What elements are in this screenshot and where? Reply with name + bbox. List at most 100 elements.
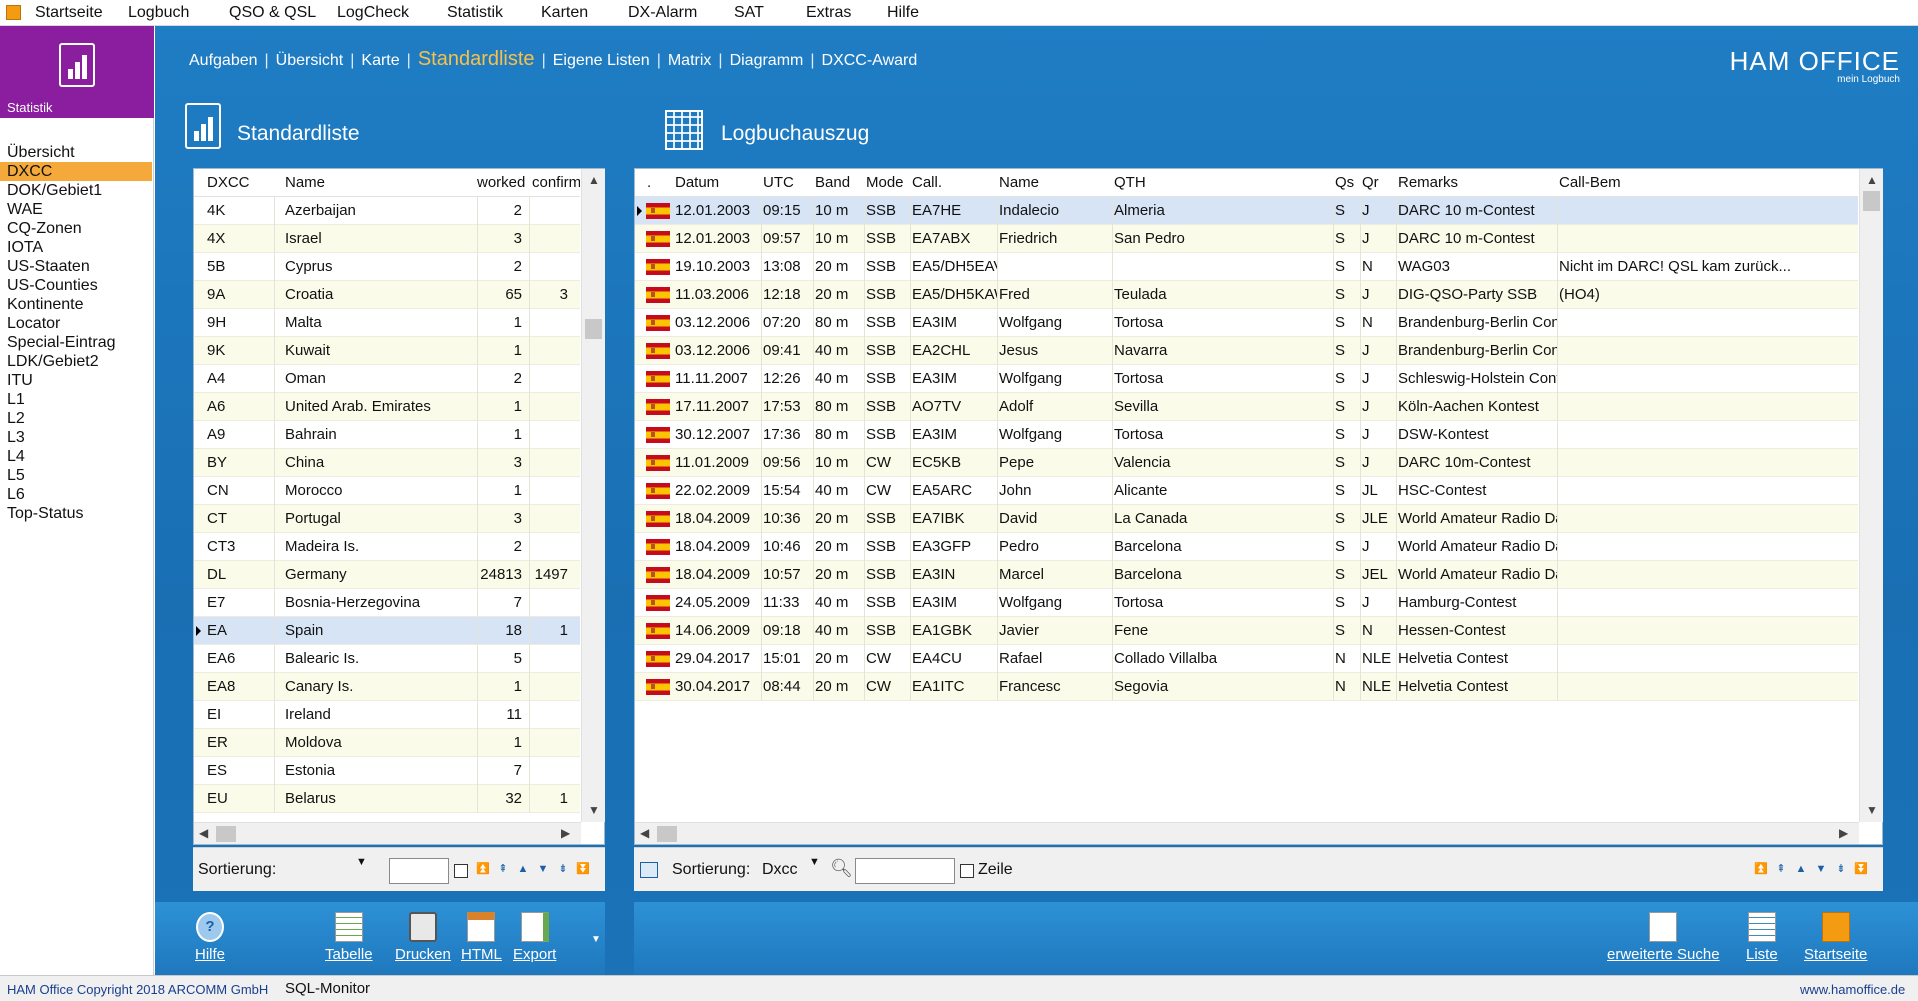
tabelle-button[interactable]: Tabelle bbox=[325, 912, 373, 963]
scroll-up-icon[interactable]: ▲ bbox=[1866, 173, 1878, 187]
table-row[interactable]: 18.04.2009 10:57 20 m SSB EA3IN Marcel Barcelo… bbox=[635, 561, 1858, 589]
page-down-icon[interactable]: ⇟ bbox=[556, 862, 570, 876]
hscroll-thumb[interactable] bbox=[657, 826, 677, 842]
hscroll-thumb[interactable] bbox=[216, 826, 236, 842]
menu-dx-alarm[interactable]: DX-Alarm bbox=[628, 4, 697, 22]
table-row[interactable]: 12.01.2003 09:57 10 m SSB EA7ABX Friedrich San… bbox=[635, 225, 1858, 253]
col-remarks[interactable]: Remarks bbox=[1398, 174, 1458, 191]
sidebar-item-13[interactable]: L1 bbox=[0, 390, 152, 409]
export-grid-icon[interactable] bbox=[640, 862, 658, 878]
sidebar-item-11[interactable]: LDK/Gebiet2 bbox=[0, 352, 152, 371]
last-record-icon[interactable]: ⏬ bbox=[1854, 862, 1868, 876]
table-row[interactable]: 03.12.2006 09:41 40 m SSB EA2CHL Jesus Navarra… bbox=[635, 337, 1858, 365]
website-link[interactable]: www.hamoffice.de bbox=[1800, 982, 1905, 997]
sort-dropdown-icon[interactable]: ▼ bbox=[356, 856, 367, 868]
table-row[interactable]: EI Ireland 11 bbox=[194, 701, 580, 729]
zeile-checkbox[interactable] bbox=[960, 864, 974, 878]
table-row[interactable]: 18.04.2009 10:36 20 m SSB EA7IBK David La Cana… bbox=[635, 505, 1858, 533]
first-record-icon[interactable]: ⏫ bbox=[476, 862, 490, 876]
table-row[interactable]: EA Spain 18 1 bbox=[194, 617, 580, 645]
menu-qso-qsl[interactable]: QSO & QSL bbox=[229, 4, 316, 22]
last-record-icon[interactable]: ⏬ bbox=[576, 862, 590, 876]
col-name[interactable]: Name bbox=[999, 174, 1039, 191]
table-row[interactable]: CT3 Madeira Is. 2 bbox=[194, 533, 580, 561]
table-row[interactable]: 19.10.2003 13:08 20 m SSB EA5/DH5EAV S N WAG03 N… bbox=[635, 253, 1858, 281]
next-record-icon[interactable]: ▼ bbox=[536, 862, 550, 876]
table-row[interactable]: EA8 Canary Is. 1 bbox=[194, 673, 580, 701]
logbook-horizontal-scrollbar[interactable]: ◀ ▶ bbox=[635, 822, 1859, 844]
scroll-left-icon[interactable]: ◀ bbox=[640, 826, 649, 840]
nav-item-3[interactable]: Standardliste bbox=[418, 48, 535, 71]
scroll-up-icon[interactable]: ▲ bbox=[588, 173, 600, 187]
scroll-thumb[interactable] bbox=[585, 319, 602, 339]
col-name[interactable]: Name bbox=[285, 174, 325, 191]
table-row[interactable]: 22.02.2009 15:54 40 m CW EA5ARC John Alicante S… bbox=[635, 477, 1858, 505]
scroll-right-icon[interactable]: ▶ bbox=[561, 826, 570, 840]
sidebar-item-4[interactable]: CQ-Zonen bbox=[0, 219, 152, 238]
sort-value[interactable]: Dxcc bbox=[762, 861, 798, 879]
table-row[interactable]: A6 United Arab. Emirates 1 bbox=[194, 393, 580, 421]
prev-record-icon[interactable]: ▲ bbox=[1794, 862, 1808, 876]
sidebar-item-3[interactable]: WAE bbox=[0, 200, 152, 219]
table-row[interactable]: CT Portugal 3 bbox=[194, 505, 580, 533]
table-row[interactable]: A9 Bahrain 1 bbox=[194, 421, 580, 449]
sidebar-item-12[interactable]: ITU bbox=[0, 371, 152, 390]
table-row[interactable]: 4K Azerbaijan 2 bbox=[194, 197, 580, 225]
scroll-right-icon[interactable]: ▶ bbox=[1839, 826, 1848, 840]
nav-item-0[interactable]: Aufgaben bbox=[189, 52, 258, 70]
nav-item-2[interactable]: Karte bbox=[361, 52, 399, 70]
col-qr[interactable]: Qr bbox=[1362, 174, 1379, 191]
logbook-search-input[interactable] bbox=[855, 858, 955, 884]
table-row[interactable]: 30.04.2017 08:44 20 m CW EA1ITC Francesc Segov… bbox=[635, 673, 1858, 701]
col-worked[interactable]: worked bbox=[477, 174, 525, 191]
sidebar-item-1[interactable]: DXCC bbox=[0, 162, 152, 181]
dxcc-vertical-scrollbar[interactable]: ▲ ▼ bbox=[581, 169, 605, 822]
sidebar-item-8[interactable]: Kontinente bbox=[0, 295, 152, 314]
page-up-icon[interactable]: ⇞ bbox=[1774, 862, 1788, 876]
table-row[interactable]: 11.01.2009 09:56 10 m CW EC5KB Pepe Valencia S J… bbox=[635, 449, 1858, 477]
nav-item-4[interactable]: Eigene Listen bbox=[553, 52, 650, 70]
export-dropdown-icon[interactable]: ▼ bbox=[591, 934, 601, 945]
sidebar-item-18[interactable]: L6 bbox=[0, 485, 152, 504]
dxcc-filter-input[interactable] bbox=[389, 858, 449, 884]
table-row[interactable]: EA6 Balearic Is. 5 bbox=[194, 645, 580, 673]
nav-item-1[interactable]: Übersicht bbox=[276, 52, 344, 70]
table-row[interactable]: 11.11.2007 12:26 40 m SSB EA3IM Wolfgang Torto… bbox=[635, 365, 1858, 393]
menu-logbuch[interactable]: Logbuch bbox=[128, 4, 189, 22]
col-confirmed[interactable]: confirm bbox=[532, 174, 580, 191]
scroll-down-icon[interactable]: ▼ bbox=[588, 803, 600, 817]
table-row[interactable]: 03.12.2006 07:20 80 m SSB EA3IM Wolfgang Torto… bbox=[635, 309, 1858, 337]
table-row[interactable]: DL Germany 24813 1497 bbox=[194, 561, 580, 589]
scroll-left-icon[interactable]: ◀ bbox=[199, 826, 208, 840]
table-row[interactable]: EU Belarus 32 1 bbox=[194, 785, 580, 813]
col-call-bem[interactable]: Call-Bem bbox=[1559, 174, 1621, 191]
table-row[interactable]: A4 Oman 2 bbox=[194, 365, 580, 393]
table-row[interactable]: ES Estonia 7 bbox=[194, 757, 580, 785]
sidebar-item-2[interactable]: DOK/Gebiet1 bbox=[0, 181, 152, 200]
sidebar-item-17[interactable]: L5 bbox=[0, 466, 152, 485]
nav-item-5[interactable]: Matrix bbox=[668, 52, 712, 70]
col-dxcc[interactable]: DXCC bbox=[207, 174, 250, 191]
table-row[interactable]: ER Moldova 1 bbox=[194, 729, 580, 757]
sidebar-item-6[interactable]: US-Staaten bbox=[0, 257, 152, 276]
next-record-icon[interactable]: ▼ bbox=[1814, 862, 1828, 876]
menu-karten[interactable]: Karten bbox=[541, 4, 588, 22]
dxcc-horizontal-scrollbar[interactable]: ◀ ▶ bbox=[194, 822, 581, 844]
table-row[interactable]: 17.11.2007 17:53 80 m SSB AO7TV Adolf Sevilla S… bbox=[635, 393, 1858, 421]
menu-sat[interactable]: SAT bbox=[734, 4, 764, 22]
col-call[interactable]: Call. bbox=[912, 174, 942, 191]
prev-record-icon[interactable]: ▲ bbox=[516, 862, 530, 876]
menu-extras[interactable]: Extras bbox=[806, 4, 851, 22]
liste-button[interactable]: Liste bbox=[1746, 912, 1778, 963]
drucken-button[interactable]: Drucken bbox=[395, 912, 451, 963]
table-row[interactable]: E7 Bosnia-Herzegovina 7 bbox=[194, 589, 580, 617]
startseite-button[interactable]: Startseite bbox=[1804, 912, 1867, 963]
sidebar-item-0[interactable]: Übersicht bbox=[0, 143, 152, 162]
table-row[interactable]: 5B Cyprus 2 bbox=[194, 253, 580, 281]
help-button[interactable]: ? Hilfe bbox=[195, 912, 225, 963]
menu-statistik[interactable]: Statistik bbox=[447, 4, 503, 22]
sidebar-item-19[interactable]: Top-Status bbox=[0, 504, 152, 523]
logbook-vertical-scrollbar[interactable]: ▲ ▼ bbox=[1859, 169, 1883, 822]
table-row[interactable]: 9H Malta 1 bbox=[194, 309, 580, 337]
menu-logcheck[interactable]: LogCheck bbox=[337, 4, 409, 22]
